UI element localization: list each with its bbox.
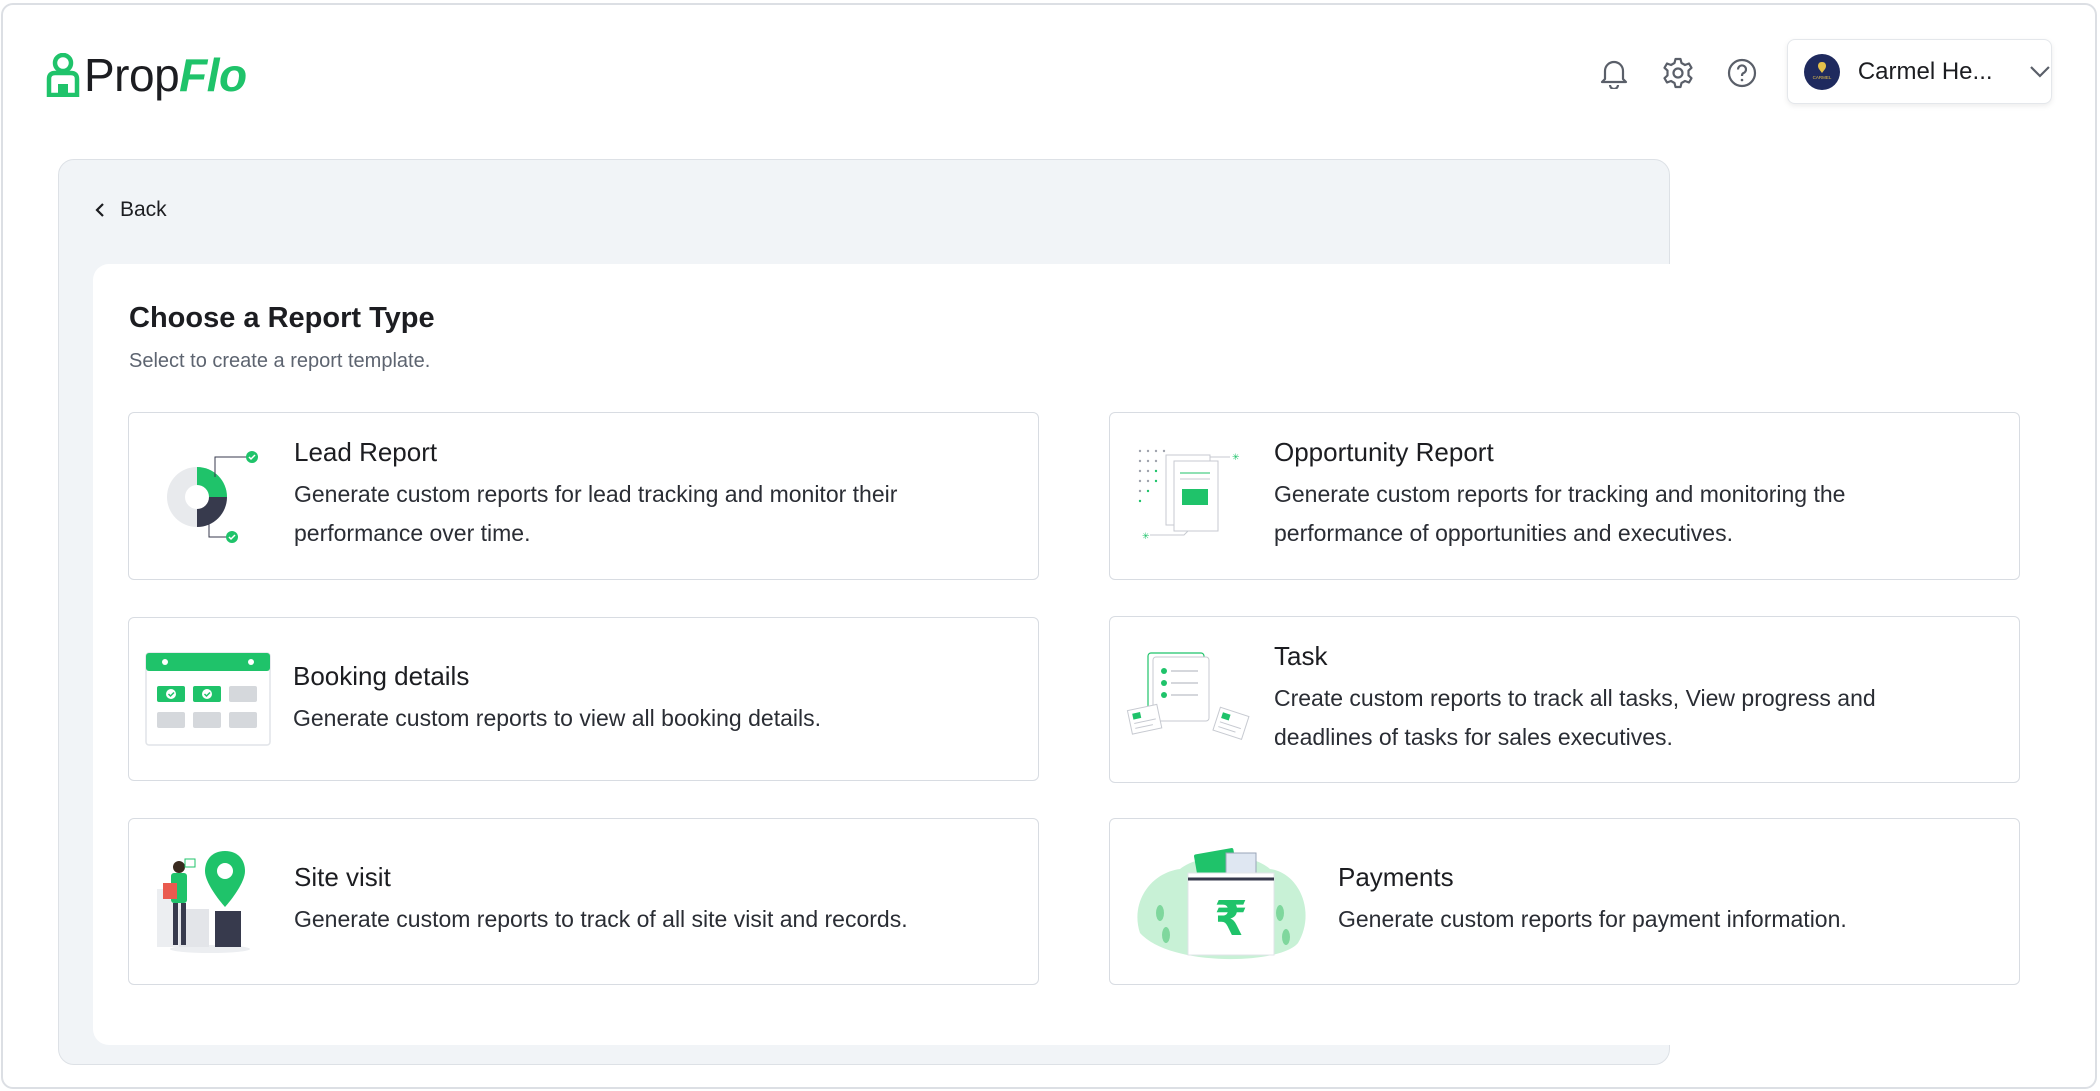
- user-menu[interactable]: CARMEL Carmel He...: [1787, 39, 2052, 104]
- gear-icon[interactable]: [1660, 55, 1696, 91]
- card-title: Task: [1274, 641, 1328, 671]
- pie-chart-illustration-icon: [167, 451, 258, 543]
- location-pin-illustration-icon: [157, 851, 250, 953]
- svg-text:✳: ✳: [1232, 453, 1240, 463]
- user-name: Carmel He...: [1857, 57, 1993, 85]
- task-card[interactable]: Task Create custom reports to track all …: [1109, 616, 2020, 783]
- logo-wordmark: Prop Flo: [84, 52, 247, 98]
- page-subtitle: Select to create a report template.: [129, 350, 431, 372]
- avatar-logo-icon: CARMEL: [1813, 61, 1832, 80]
- logo-flo: Flo: [179, 49, 247, 101]
- card-description: Generate custom reports to view all book…: [293, 705, 821, 731]
- svg-text:✳: ✳: [1142, 532, 1150, 542]
- card-title: Lead Report: [294, 437, 438, 467]
- propflo-logo[interactable]: Prop Flo: [46, 52, 247, 98]
- rupee-symbol: ₹: [1214, 891, 1247, 947]
- logo-prop: Prop: [84, 49, 180, 101]
- chevron-left-icon: [95, 203, 104, 217]
- logo-person-icon: [46, 53, 80, 97]
- bell-icon[interactable]: [1596, 55, 1632, 91]
- help-icon[interactable]: [1724, 55, 1760, 91]
- card-title: Opportunity Report: [1274, 437, 1494, 467]
- avatar-caption: CARMEL: [1813, 75, 1832, 80]
- back-label: Back: [120, 198, 167, 221]
- back-link[interactable]: Back: [94, 198, 167, 222]
- card-title: Booking details: [293, 661, 470, 691]
- checklist-illustration-icon: [1126, 652, 1250, 740]
- lead-report-card[interactable]: Lead Report Generate custom reports for …: [128, 412, 1039, 580]
- card-description: Create custom reports to track all tasks…: [1274, 685, 1876, 750]
- site-visit-card[interactable]: Site visit Generate custom reports to tr…: [128, 818, 1039, 985]
- card-description: Generate custom reports for payment info…: [1338, 906, 1847, 932]
- card-description: Generate custom reports to track of all …: [294, 906, 908, 932]
- card-description: Generate custom reports for tracking and…: [1274, 481, 1846, 546]
- document-illustration-icon: ✳ ✳: [1138, 449, 1240, 542]
- card-title: Site visit: [294, 862, 391, 892]
- opportunity-report-card[interactable]: ✳ ✳ Opportunity Report Generate custom r…: [1109, 412, 2020, 580]
- rupee-wallet-illustration-icon: ₹: [1137, 848, 1306, 960]
- page-title: Choose a Report Type: [129, 302, 435, 334]
- calendar-illustration-icon: [145, 652, 271, 746]
- card-description: Generate custom reports for lead trackin…: [294, 481, 898, 546]
- payments-card[interactable]: ₹ Payments Generate custom reports for p…: [1109, 818, 2020, 985]
- card-title: Payments: [1338, 862, 1454, 892]
- chevron-down-icon: [2030, 65, 2050, 78]
- avatar: CARMEL: [1804, 53, 1840, 90]
- booking-details-card[interactable]: Booking details Generate custom reports …: [128, 617, 1039, 781]
